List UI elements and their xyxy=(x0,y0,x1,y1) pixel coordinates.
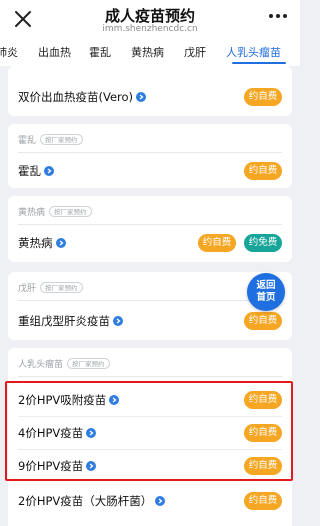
vaccine-row[interactable]: 黄热病 约自费 约免费 xyxy=(8,226,292,260)
vaccine-name: 4价HPV疫苗 xyxy=(18,426,84,440)
info-icon[interactable] xyxy=(113,316,123,326)
booking-mode-tag: 按厂家预约 xyxy=(67,357,110,369)
book-self-pay-button[interactable]: 约自费 xyxy=(244,492,282,510)
vaccine-name: 黄热病 xyxy=(18,236,53,250)
info-icon[interactable] xyxy=(155,496,166,506)
book-self-pay-button[interactable]: 约自费 xyxy=(244,424,282,442)
info-icon[interactable] xyxy=(44,166,54,176)
divider xyxy=(18,300,282,301)
return-home-label-line2: 首页 xyxy=(256,292,276,303)
book-self-pay-button[interactable]: 约自费 xyxy=(244,391,282,409)
tab-cholera[interactable]: 霍乱 xyxy=(89,44,111,60)
booking-mode-tag: 按厂家预约 xyxy=(49,205,92,217)
divider xyxy=(18,152,282,153)
tab-pneumonia[interactable]: 肺炎 xyxy=(0,44,18,60)
tab-hpv[interactable]: 人乳头瘤苗 xyxy=(226,44,281,60)
section-title: 人乳头瘤苗 xyxy=(18,359,64,370)
vaccine-name: 9价HPV疫苗 xyxy=(18,459,84,473)
book-free-button[interactable]: 约免费 xyxy=(244,234,282,252)
book-self-pay-button[interactable]: 约自费 xyxy=(244,162,282,180)
section-hemorrhagic-fever: 双价出血热疫苗(Vero) 约自费 xyxy=(8,66,292,116)
info-icon[interactable] xyxy=(109,395,120,405)
booking-mode-tag: 按厂家预约 xyxy=(40,133,83,145)
vaccine-row[interactable]: 2价HPV疫苗（大肠杆菌） 约自费 xyxy=(8,484,292,518)
info-icon[interactable] xyxy=(86,428,97,438)
section-title: 戊肝 xyxy=(18,283,37,294)
category-tabs: 肺炎 出血热 霍乱 黄热病 戊肝 人乳头瘤苗 xyxy=(0,40,300,66)
info-icon[interactable] xyxy=(55,238,66,248)
divider xyxy=(18,224,282,225)
vaccine-name: 霍乱 xyxy=(18,164,41,178)
section-title: 霍乱 xyxy=(18,135,37,146)
vaccine-name: 2价HPV疫苗（大肠杆菌） xyxy=(18,494,153,508)
return-home-button[interactable]: 返回 首页 xyxy=(247,273,285,311)
info-icon[interactable] xyxy=(86,461,97,471)
section-hpv: 人乳头瘤苗 按厂家预约 2价HPV吸附疫苗 约自费 4价HPV疫苗 约自费 9价… xyxy=(8,348,292,526)
section-title: 黄热病 xyxy=(18,207,46,218)
vaccine-row[interactable]: 重组戊型肝炎疫苗 约自费 xyxy=(8,304,292,338)
vaccine-name: 双价出血热疫苗(Vero) xyxy=(18,90,134,104)
book-self-pay-button[interactable]: 约自费 xyxy=(244,312,282,330)
tab-yellow-fever[interactable]: 黄热病 xyxy=(131,44,164,60)
tab-hepatitis-e[interactable]: 戊肝 xyxy=(184,44,206,60)
info-icon[interactable] xyxy=(136,92,147,102)
more-icon[interactable] xyxy=(268,12,288,20)
vaccine-row[interactable]: 双价出血热疫苗(Vero) 约自费 xyxy=(8,80,292,114)
vaccine-name: 2价HPV吸附疫苗 xyxy=(18,393,107,407)
divider xyxy=(18,376,282,377)
page-title: 成人疫苗预约 xyxy=(104,7,195,25)
book-self-pay-button[interactable]: 约自费 xyxy=(198,234,236,252)
page-url: imm.shenzhencdc.cn xyxy=(102,24,198,34)
return-home-label-line1: 返回 xyxy=(256,280,276,291)
vaccine-row[interactable]: 2价HPV吸附疫苗 约自费 xyxy=(8,383,292,417)
vaccine-row[interactable]: 9价HPV疫苗 约自费 xyxy=(8,449,292,483)
vaccine-row[interactable]: 4价HPV疫苗 约自费 xyxy=(8,416,292,450)
vaccine-name: 重组戊型肝炎疫苗 xyxy=(18,314,110,328)
book-self-pay-button[interactable]: 约自费 xyxy=(244,88,282,106)
section-cholera: 霍乱 按厂家预约 霍乱 约自费 xyxy=(8,124,292,188)
section-yellow-fever: 黄热病 按厂家预约 黄热病 约自费 约免费 xyxy=(8,196,292,262)
title-bar: 成人疫苗预约 imm.shenzhencdc.cn xyxy=(0,0,300,40)
book-self-pay-button[interactable]: 约自费 xyxy=(244,457,282,475)
tab-hemorrhagic-fever[interactable]: 出血热 xyxy=(38,44,71,60)
vaccine-row[interactable]: 霍乱 约自费 xyxy=(8,154,292,188)
booking-mode-tag: 按厂家预约 xyxy=(40,281,83,293)
active-tab-indicator xyxy=(232,62,286,64)
